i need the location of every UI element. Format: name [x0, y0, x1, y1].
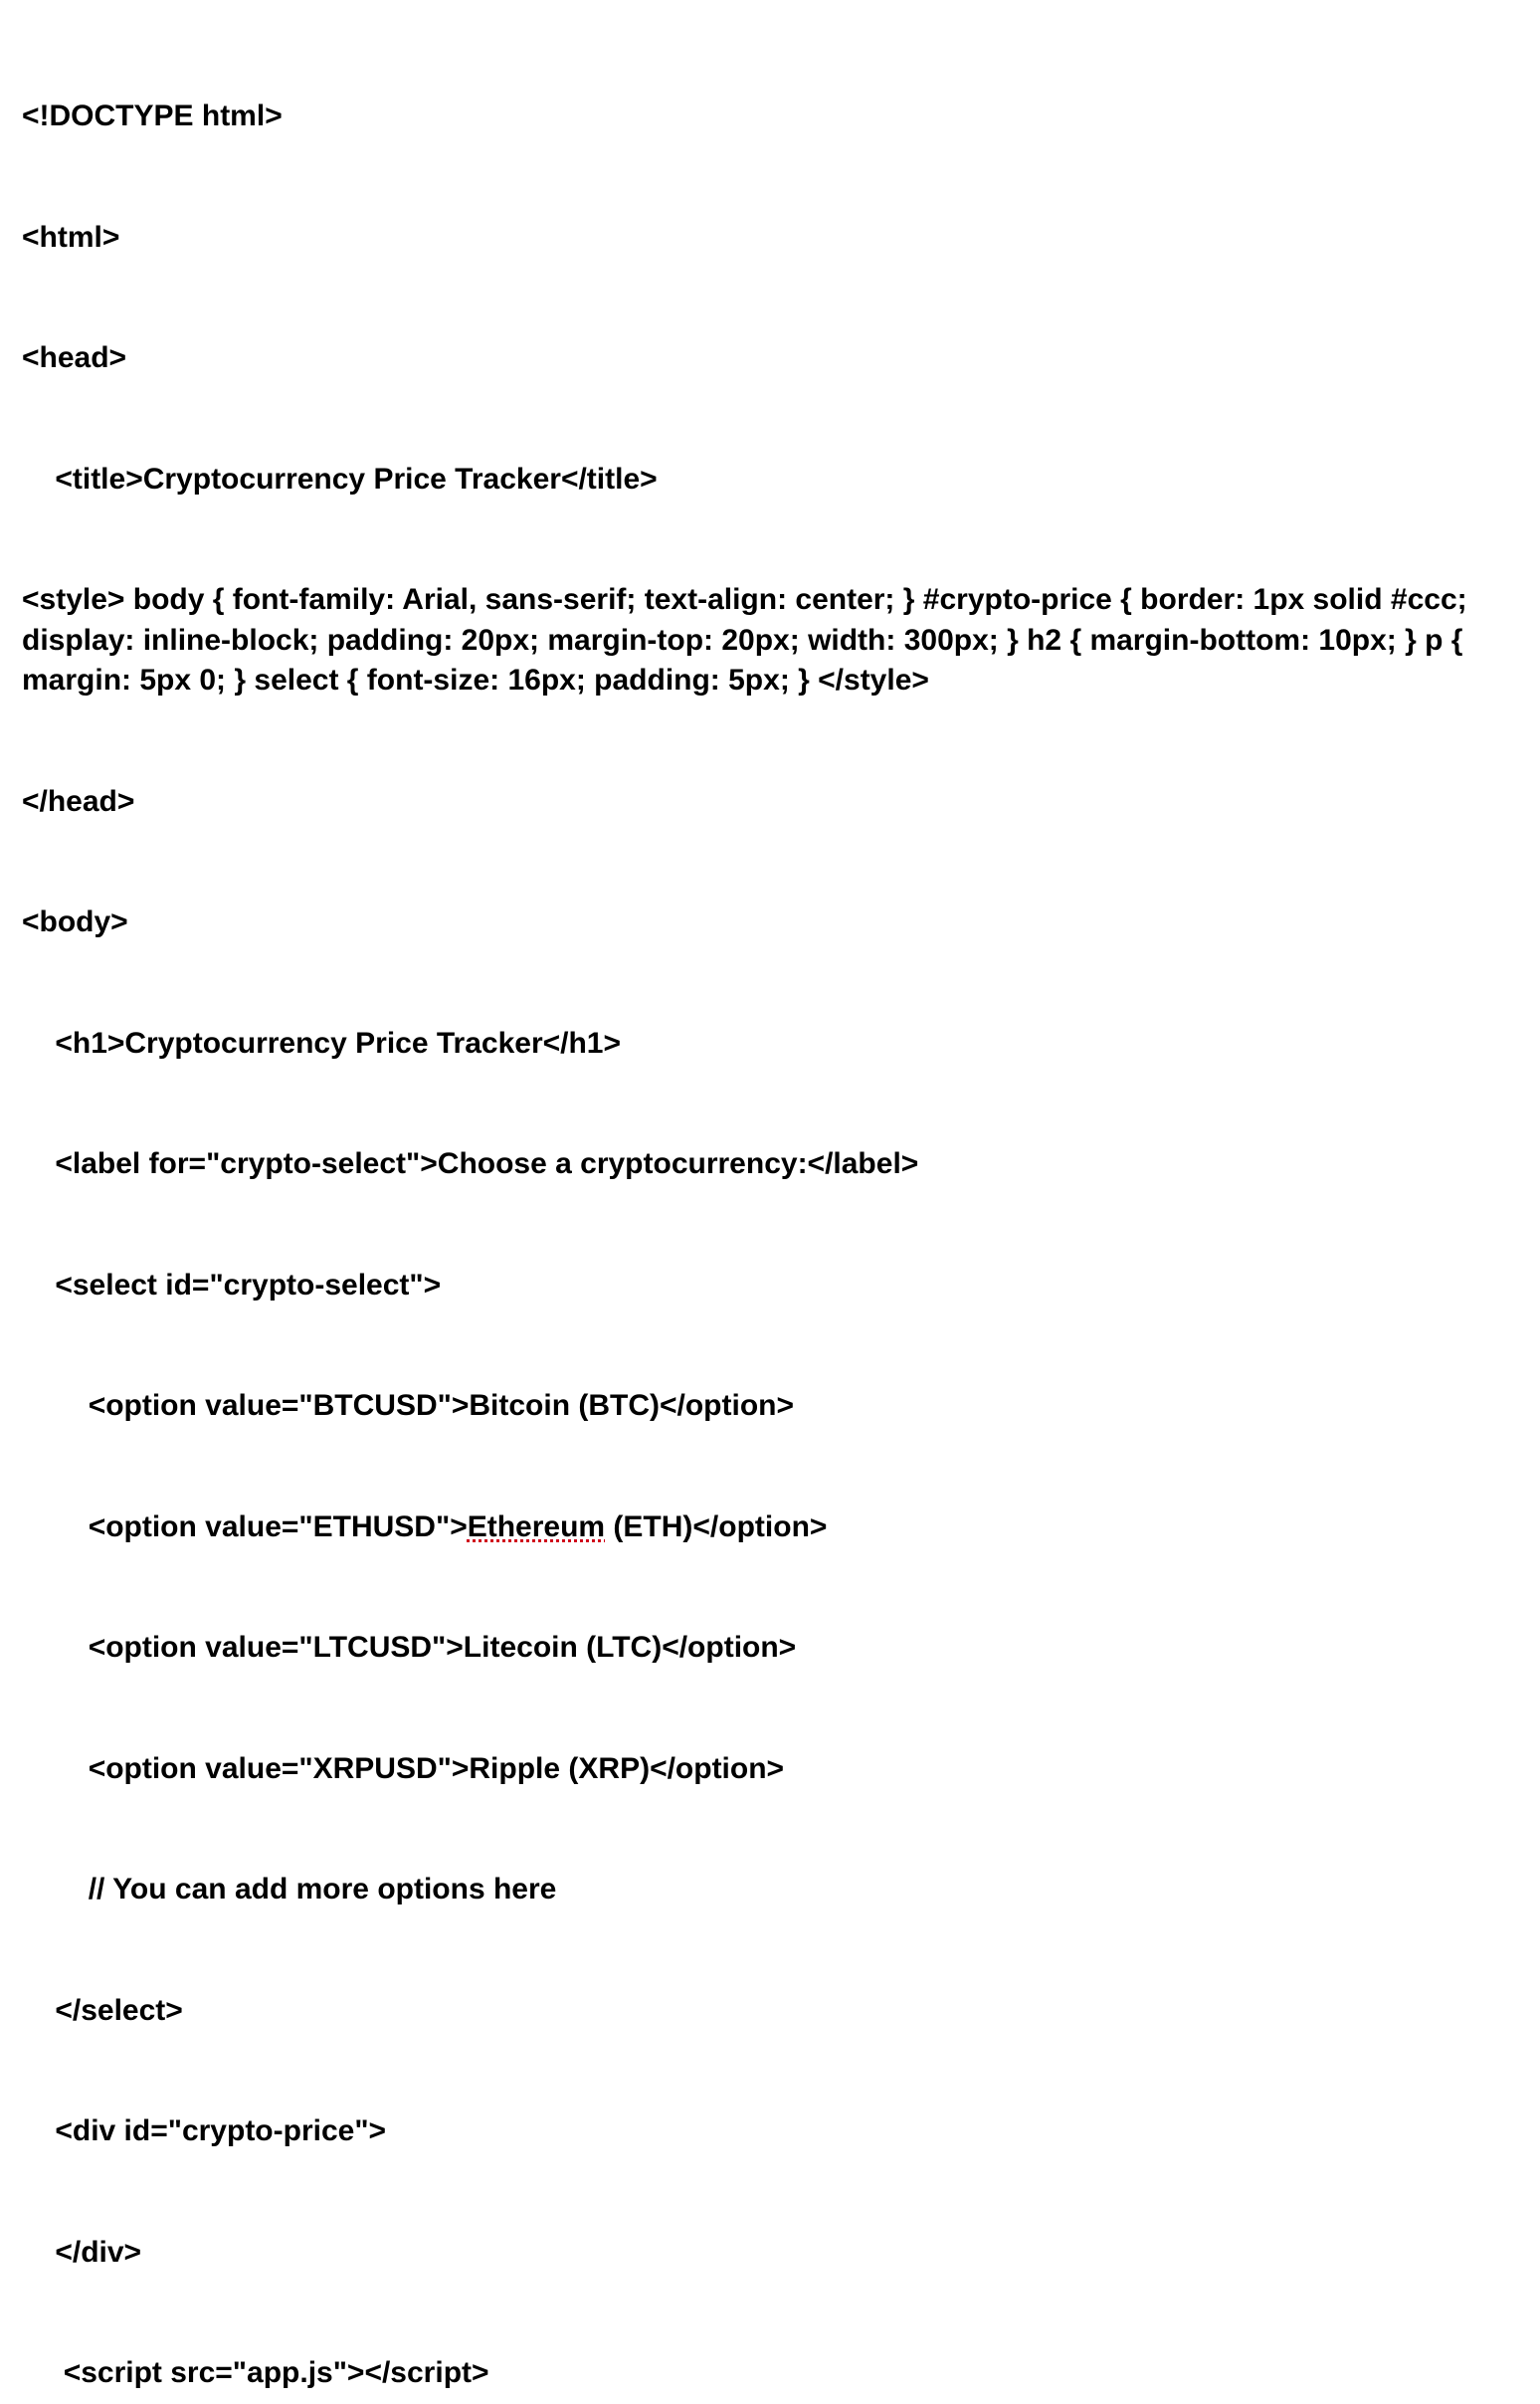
code-line: <option value="BTCUSD">Bitcoin (BTC)</op…: [22, 1386, 1520, 1427]
code-line: <title>Cryptocurrency Price Tracker</tit…: [22, 460, 1520, 501]
code-line: <option value="LTCUSD">Litecoin (LTC)</o…: [22, 1628, 1520, 1669]
code-line: <option value="ETHUSD">Ethereum (ETH)</o…: [22, 1507, 1520, 1548]
code-text: <option value="ETHUSD">: [22, 1510, 468, 1543]
code-line: </select>: [22, 1991, 1520, 2032]
code-line: <style> body { font-family: Arial, sans-…: [22, 580, 1514, 701]
spellcheck-word: Ethereum: [468, 1510, 605, 1543]
code-line: <!DOCTYPE html>: [22, 97, 1520, 137]
code-line: <select id="crypto-select">: [22, 1266, 1520, 1306]
code-line: </head>: [22, 782, 1520, 823]
code-text: (ETH)</option>: [605, 1510, 827, 1543]
code-line: <label for="crypto-select">Choose a cryp…: [22, 1144, 1520, 1185]
code-line: <html>: [22, 218, 1520, 259]
code-line: // You can add more options here: [22, 1870, 1520, 1910]
code-line: <head>: [22, 338, 1520, 379]
code-line: <option value="XRPUSD">Ripple (XRP)</opt…: [22, 1749, 1520, 1790]
code-document: <!DOCTYPE html> <html> <head> <title>Cry…: [0, 0, 1540, 1202]
code-line: </div>: [22, 2233, 1520, 2274]
code-line: <div id="crypto-price">: [22, 2111, 1520, 2152]
code-line: <script src="app.js"></script>: [22, 2353, 1520, 2394]
code-line: <h1>Cryptocurrency Price Tracker</h1>: [22, 1024, 1520, 1065]
code-line: <body>: [22, 902, 1520, 943]
